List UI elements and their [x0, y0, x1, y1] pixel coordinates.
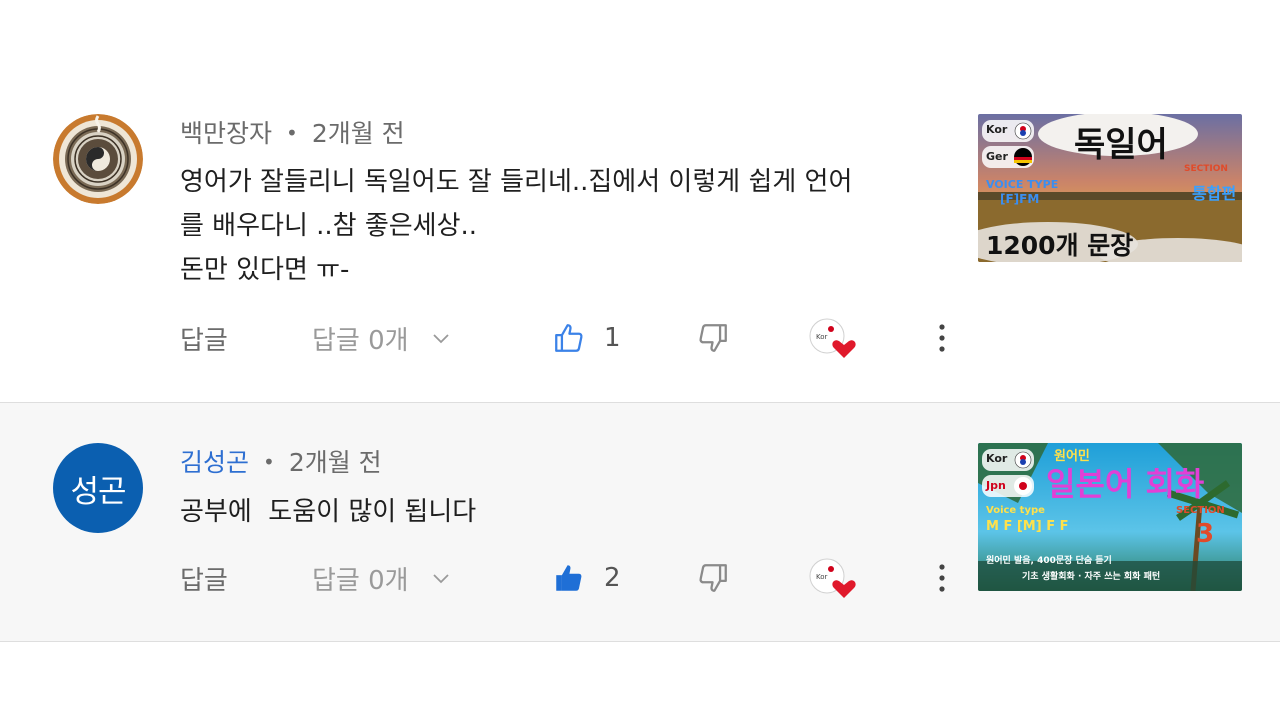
thumb-combined: 통합편 [1192, 184, 1237, 203]
thumbs-up-filled-icon [556, 565, 582, 591]
comment-time[interactable]: 2개월 전 [312, 119, 405, 148]
replies-toggle[interactable]: 답글 0개 [312, 318, 451, 358]
author-name[interactable]: 백만장자 [180, 119, 272, 148]
thumb-line2: 기초 생활회화 · 자주 쓰는 회화 패턴 [1022, 572, 1161, 582]
comment-line: 영어가 잘들리니 독일어도 잘 들리네..집에서 이렇게 쉽게 언어 [180, 167, 853, 197]
comment-item: 백만장자 • 2개월 전 영어가 잘들리니 독일어도 잘 들리네..집에서 이렇게 … [0, 0, 1280, 401]
dislike-button[interactable] [696, 558, 730, 598]
separator-dot: • [286, 121, 298, 145]
thumb-section-number: 3 [1196, 519, 1215, 549]
thumb-section: SECTION [1176, 505, 1225, 516]
voice-mode-label: [F]FM [1000, 192, 1040, 206]
comment-actions: 답글 답글 0개 2 Kor [0, 558, 960, 598]
svg-text:Kor: Kor [816, 333, 828, 341]
ornament-medallion-icon [53, 114, 143, 204]
thumb-section: SECTION [1184, 164, 1228, 174]
lang-label: Ger [986, 150, 1008, 163]
reply-button[interactable]: 답글 [180, 318, 228, 358]
creator-heart-icon: Kor [809, 558, 856, 598]
comment-line: 를 배우다니 ..참 좋은세상.. [180, 211, 478, 241]
avatar[interactable]: 성곤 [53, 443, 143, 533]
more-options-icon[interactable] [930, 558, 954, 598]
author-name[interactable]: 김성곤 [180, 448, 249, 477]
dislike-button[interactable] [696, 318, 730, 358]
comment-meta: 김성곤 • 2개월 전 [180, 443, 382, 479]
like-button[interactable] [552, 318, 586, 358]
creator-heart[interactable]: Kor [808, 318, 856, 358]
chevron-down-icon [432, 334, 449, 344]
comment-line: 공부에 도움이 많이 됩니다 [180, 497, 477, 527]
thumbs-down-icon [699, 324, 727, 352]
voice-type-label: VOICE TYPE [986, 178, 1059, 191]
voice-mode-label: M F [M] F F [986, 519, 1069, 534]
voice-type-label: Voice type [986, 505, 1045, 516]
reply-button[interactable]: 답글 [180, 558, 228, 598]
svg-text:Kor: Kor [816, 573, 828, 581]
replies-count-label: 답글 0개 [312, 565, 409, 596]
creator-heart[interactable]: Kor [808, 558, 856, 598]
replies-count-label: 답글 0개 [312, 325, 409, 356]
thumb-title: 독일어 [1074, 125, 1168, 165]
comment-text: 공부에 도움이 많이 됩니다 [180, 490, 476, 534]
thumb-line1: 원어민 발음, 400문장 단숨 듣기 [986, 556, 1112, 566]
like-count: 2 [604, 563, 621, 593]
avatar[interactable] [53, 114, 143, 204]
comment-actions: 답글 답글 0개 1 Kor [0, 318, 960, 358]
comment-text: 영어가 잘들리니 독일어도 잘 들리네..집에서 이렇게 쉽게 언어를 배우다니… [180, 160, 852, 292]
creator-heart-icon: Kor [809, 318, 856, 358]
thumbs-down-icon [699, 564, 727, 592]
chevron-down-icon [432, 574, 449, 584]
like-button[interactable] [552, 558, 586, 598]
thumb-count: 1200개 문장 [986, 231, 1134, 260]
thumbs-up-icon [555, 324, 583, 352]
comment-meta: 백만장자 • 2개월 전 [180, 114, 405, 150]
video-thumbnail[interactable]: Kor Ger 독일어 SECTION 통합편 VOICE TYPE [F]FM… [978, 114, 1242, 262]
comment-time[interactable]: 2개월 전 [289, 448, 382, 477]
like-count: 1 [604, 323, 621, 353]
kor-label: Kor [986, 123, 1008, 136]
separator-dot: • [263, 450, 275, 474]
comment-item: 성곤 김성곤 • 2개월 전 공부에 도움이 많이 됩니다 답글 답글 0개 2 K… [0, 402, 1280, 642]
replies-toggle[interactable]: 답글 0개 [312, 558, 451, 598]
more-options-icon[interactable] [930, 318, 954, 358]
video-thumbnail[interactable]: Kor Jpn 원어민 일본어 회화 SECTION 3 Voice type … [978, 443, 1242, 591]
thumb-title: 일본어 회화 [1046, 465, 1205, 503]
kor-label: Kor [986, 452, 1008, 465]
lang-label: Jpn [986, 479, 1006, 492]
comment-line: 돈만 있다면 ㅠ- [180, 255, 350, 285]
